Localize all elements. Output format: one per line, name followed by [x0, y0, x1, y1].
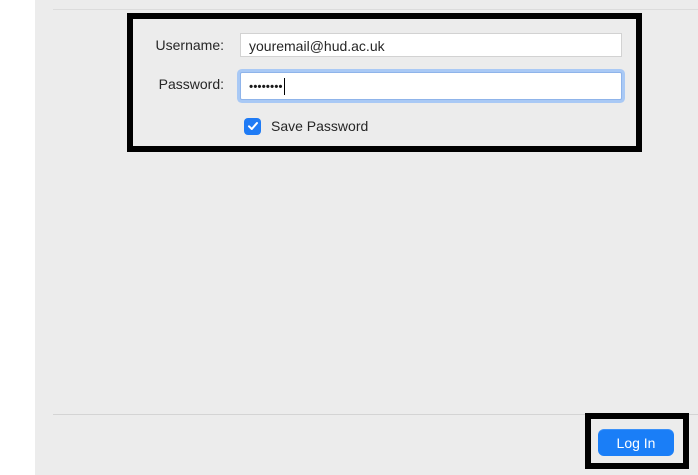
log-in-button[interactable]: Log In	[598, 429, 674, 456]
password-label: Password:	[158, 76, 224, 92]
text-caret	[283, 77, 285, 95]
password-masked-value: ••••••••	[249, 79, 283, 94]
password-field[interactable]: ••••••••	[240, 72, 622, 100]
save-password-option[interactable]: Save Password	[244, 117, 368, 135]
username-label: Username:	[155, 37, 224, 53]
username-field[interactable]: youremail@hud.ac.uk	[240, 33, 622, 57]
top-divider	[53, 9, 698, 10]
save-password-label: Save Password	[271, 118, 369, 134]
save-password-checkbox[interactable]	[244, 117, 261, 135]
checkmark-icon	[247, 122, 258, 130]
